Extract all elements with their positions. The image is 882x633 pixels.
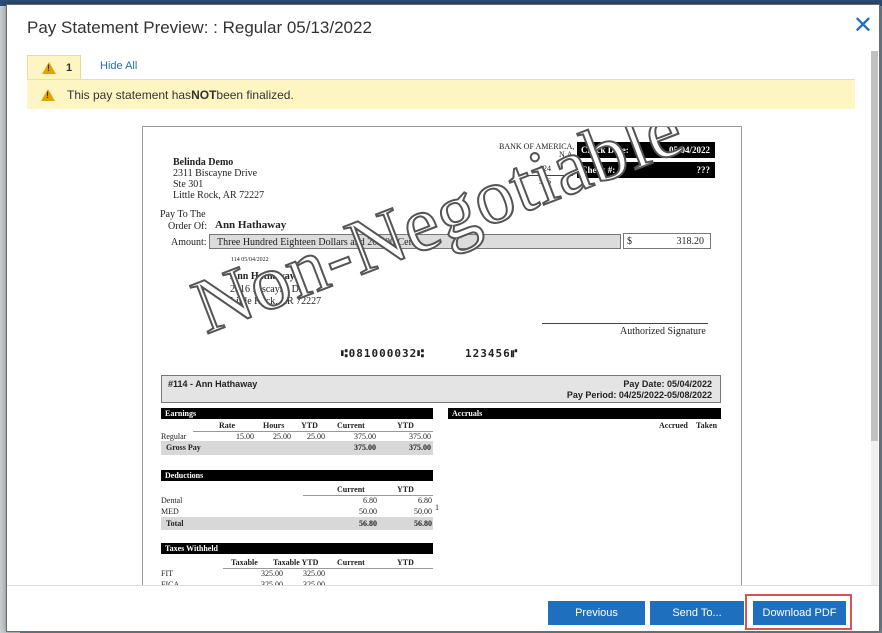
- taxes-header-rule: [223, 568, 433, 569]
- taxes-header-taxable: Taxable: [231, 558, 258, 567]
- earnings-row-current: 375.00: [354, 432, 376, 441]
- download-pdf-button[interactable]: Download PDF: [753, 601, 846, 625]
- deduction-row-current: 50.00: [359, 507, 377, 516]
- earnings-row-name: Regular: [161, 432, 187, 441]
- company-address-line2: Ste 301: [173, 179, 204, 190]
- deductions-header-ytd: YTD: [397, 485, 414, 494]
- earnings-header-ytd2: YTD: [397, 421, 414, 430]
- deduction-row-current: 6.80: [363, 496, 377, 505]
- alert-text-pre: This pay statement has: [67, 87, 192, 102]
- warning-icon: [42, 61, 56, 74]
- gross-pay-ytd: 375.00: [409, 443, 431, 452]
- deductions-total-row: Total 56.80 56.80: [161, 517, 433, 530]
- deductions-total-current: 56.80: [359, 519, 377, 528]
- dollar-sign: $: [627, 236, 632, 247]
- earnings-header-ytd: YTD: [301, 421, 318, 430]
- deductions-total-label: Total: [166, 519, 184, 528]
- accruals-header-accrued: Accrued: [659, 421, 688, 430]
- tax-row-taxable: 325.00: [261, 569, 283, 578]
- micr-routing: ⑆081000032⑆: [341, 347, 425, 360]
- alert-text-bold: NOT: [191, 87, 217, 102]
- deductions-side-mark: 1: [435, 503, 439, 512]
- taxes-header-current: Current: [337, 558, 365, 567]
- accruals-section-title: Accruals: [448, 408, 721, 419]
- accruals-header-taken: Taken: [696, 421, 718, 430]
- alert-text-post: been finalized.: [216, 87, 294, 102]
- warning-icon: [41, 88, 55, 101]
- deductions-header-current: Current: [337, 485, 365, 494]
- order-of-label: Order Of:: [168, 221, 208, 232]
- earnings-header-current: Current: [337, 421, 365, 430]
- amount-box: $ 318.20: [623, 233, 711, 249]
- taxes-header-taxable-ytd: Taxable YTD: [273, 558, 319, 567]
- company-address-line1: 2311 Biscayne Drive: [173, 168, 258, 179]
- tax-row-name: FIT: [161, 569, 173, 578]
- company-name: Belinda Demo: [173, 157, 234, 168]
- earnings-row-rate: 15.00: [236, 432, 254, 441]
- stub-header: #114 - Ann Hathaway Pay Date: 05/04/2022…: [161, 375, 721, 403]
- company-address-line3: Little Rock, AR 72227: [173, 190, 265, 201]
- alert-tab-bar: 1 Hide All: [27, 55, 855, 80]
- amount-label: Amount:: [171, 237, 207, 248]
- signature-label: Authorized Signature: [620, 326, 706, 337]
- modal-title: Pay Statement Preview: : Regular 05/13/2…: [27, 18, 372, 37]
- stub-employee: #114 - Ann Hathaway: [168, 379, 258, 389]
- send-to-button[interactable]: Send To...: [650, 601, 744, 625]
- earnings-header-hours: Hours: [263, 421, 285, 430]
- deduction-row-ytd: 50.00: [414, 507, 432, 516]
- pay-statement-preview: Belinda Demo 2311 Biscayne Drive Ste 301…: [142, 126, 742, 588]
- earnings-section-title: Earnings: [161, 408, 433, 419]
- taxes-header-ytd: YTD: [397, 558, 414, 567]
- deductions-total-ytd: 56.80: [414, 519, 432, 528]
- previous-button[interactable]: Previous: [548, 601, 645, 625]
- stub-pay-date: Pay Date: 05/04/2022: [623, 379, 712, 389]
- earnings-row-hours: 25.00: [273, 432, 291, 441]
- close-icon[interactable]: ✕: [853, 14, 873, 38]
- preview-scrollbar[interactable]: [871, 51, 878, 591]
- modal-footer: Previous Send To... Download PDF: [7, 585, 879, 631]
- taxes-section-title: Taxes Withheld: [161, 543, 433, 554]
- pay-statement-modal: Pay Statement Preview: : Regular 05/13/2…: [6, 4, 880, 632]
- deductions-section-title: Deductions: [161, 470, 433, 481]
- earnings-header-rate: Rate: [219, 421, 235, 430]
- gross-pay-current: 375.00: [354, 443, 376, 452]
- stub-pay-period: Pay Period: 04/25/2022-05/08/2022: [566, 390, 712, 400]
- signature-line: [542, 323, 708, 324]
- earnings-row-ytd2: 375.00: [409, 432, 431, 441]
- pay-to-label: Pay To The: [160, 209, 206, 220]
- hide-all-link[interactable]: Hide All: [100, 60, 137, 72]
- deduction-row-name: MED: [161, 507, 179, 516]
- warning-count-tab[interactable]: 1: [27, 55, 81, 79]
- payee-name: Ann Hathaway: [215, 219, 287, 231]
- not-finalized-alert: This pay statement has NOT been finalize…: [27, 80, 855, 109]
- amount-value: 318.20: [676, 236, 705, 247]
- deduction-row-ytd: 6.80: [418, 496, 432, 505]
- micr-account: 123456⑈: [465, 347, 519, 360]
- check-number-value: ???: [696, 165, 711, 175]
- tax-row-taxable-ytd: 325.00: [303, 569, 325, 578]
- earnings-row-ytd: 25.00: [307, 432, 325, 441]
- warning-count: 1: [66, 61, 73, 74]
- gross-pay-row: Gross Pay 375.00 375.00: [161, 441, 433, 455]
- scrollbar-thumb[interactable]: [871, 51, 878, 441]
- modal-header: Pay Statement Preview: : Regular 05/13/2…: [7, 5, 879, 51]
- deduction-row-name: Dental: [161, 496, 183, 505]
- gross-pay-label: Gross Pay: [166, 443, 201, 452]
